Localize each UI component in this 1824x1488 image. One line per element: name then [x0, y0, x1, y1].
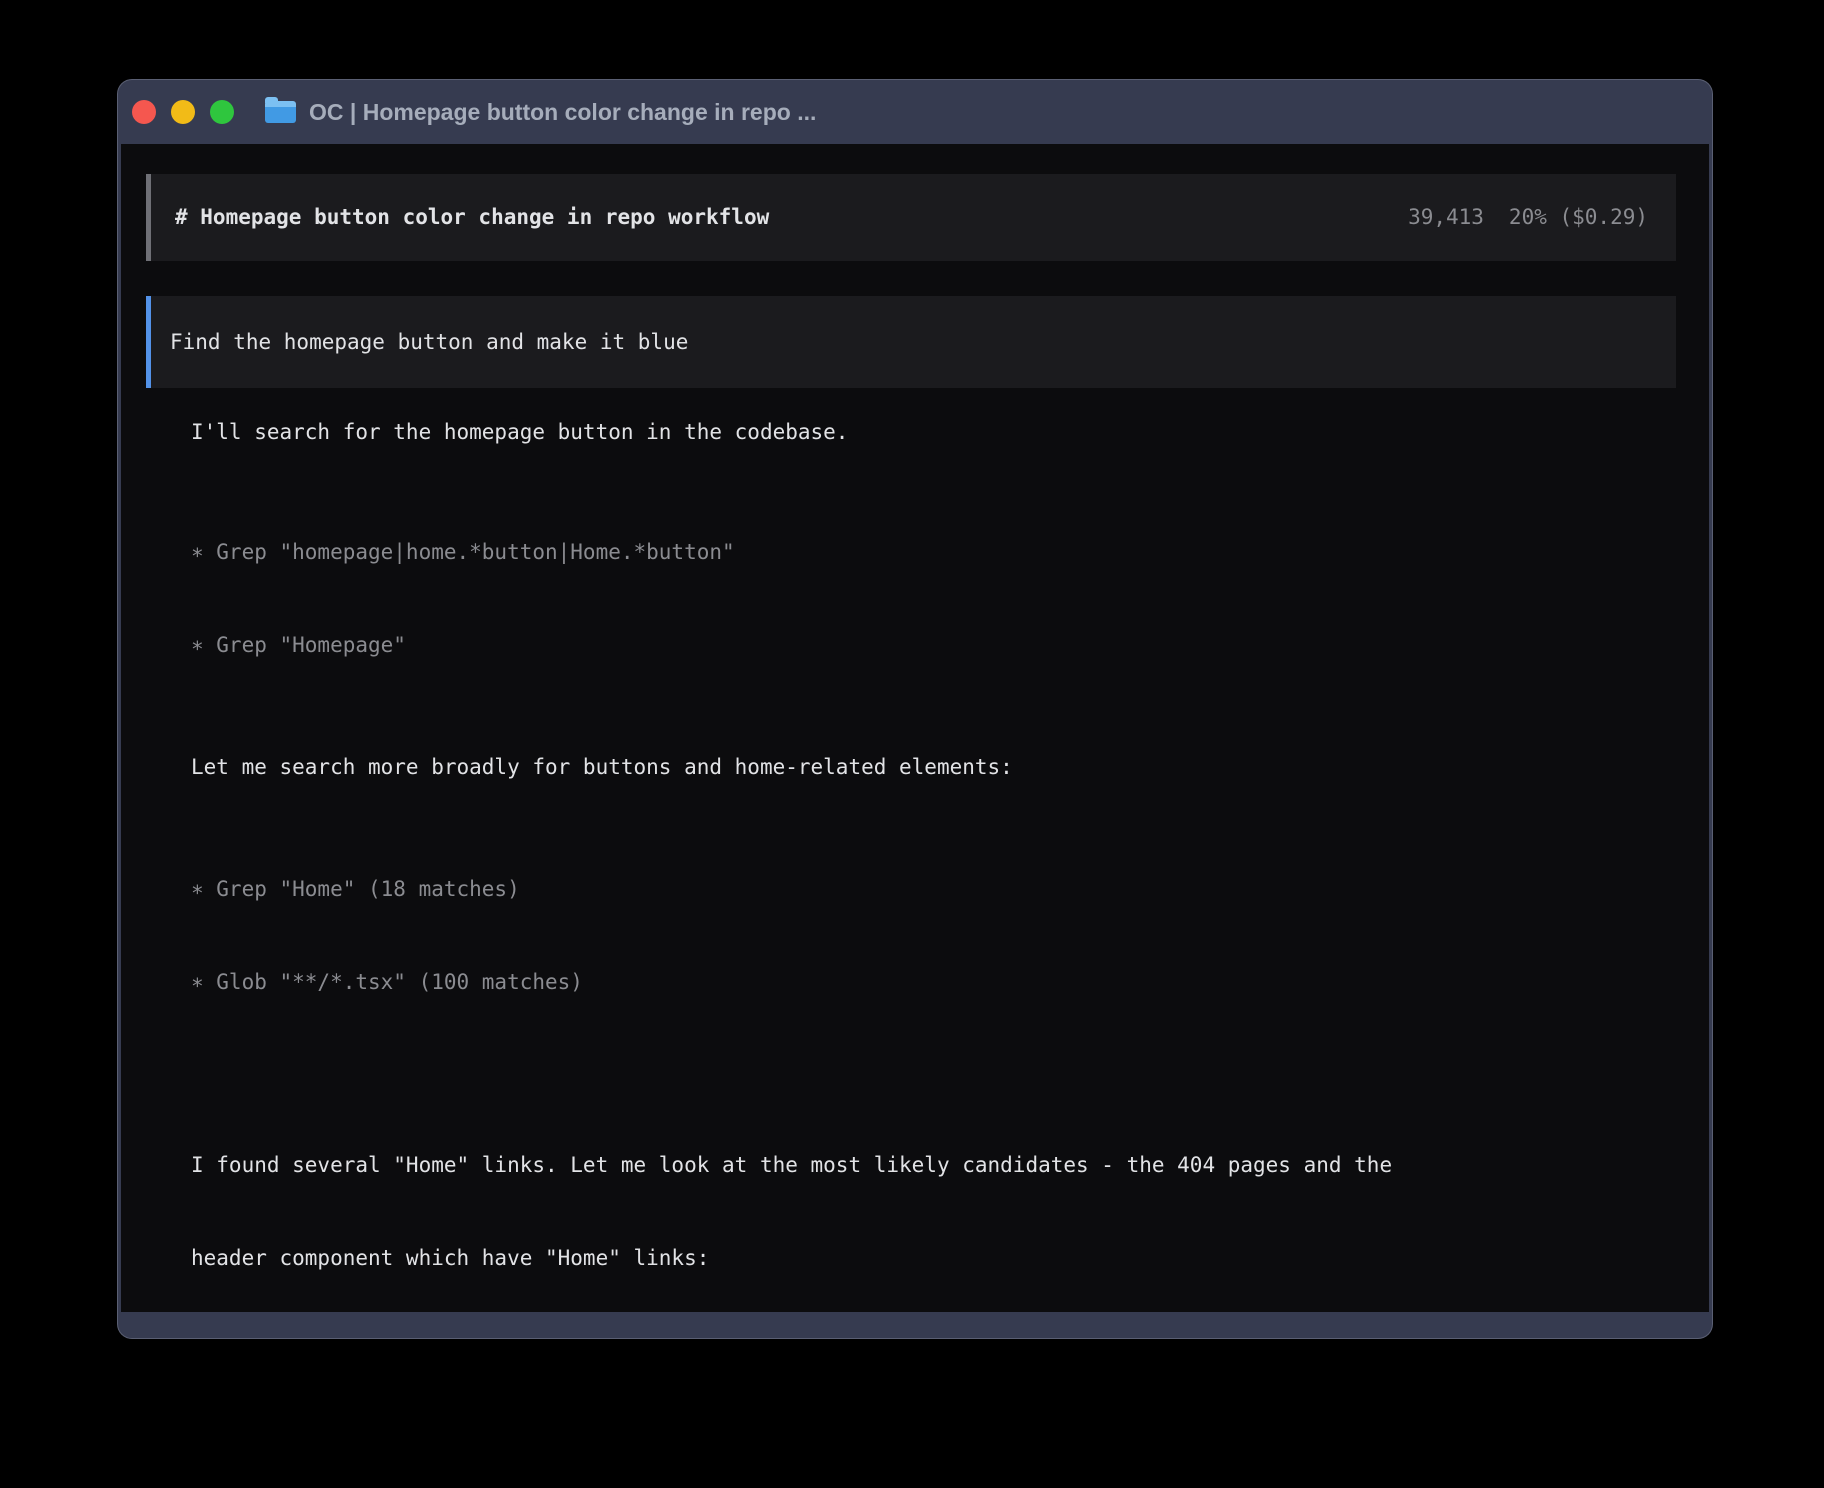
minimize-button[interactable]: [171, 100, 195, 124]
tool-call-grep: ∗ Grep "homepage|home.*button|Home.*butt…: [191, 537, 1673, 568]
session-title: # Homepage button color change in repo w…: [175, 202, 769, 233]
folder-icon: [265, 101, 296, 123]
window-bottom-frame: [118, 1312, 1712, 1338]
session-stats: 39,413 20% ($0.29): [1408, 202, 1648, 233]
session-header: # Homepage button color change in repo w…: [146, 174, 1676, 261]
zoom-button[interactable]: [210, 100, 234, 124]
user-message-text: Find the homepage button and make it blu…: [170, 327, 688, 358]
transcript: I'll search for the homepage button in t…: [121, 388, 1709, 1312]
titlebar[interactable]: OC | Homepage button color change in rep…: [118, 80, 1712, 144]
context-usage: 20% ($0.29): [1509, 205, 1648, 229]
window-title: OC | Homepage button color change in rep…: [309, 99, 816, 126]
terminal-content: # Homepage button color change in repo w…: [121, 144, 1709, 1312]
terminal-window: OC | Homepage button color change in rep…: [118, 80, 1712, 1338]
tool-call-group: ∗ Grep "homepage|home.*button|Home.*butt…: [191, 475, 1673, 723]
user-message: Find the homepage button and make it blu…: [146, 296, 1676, 388]
tool-call-glob: ∗ Glob "**/*.tsx" (100 matches): [191, 967, 1673, 998]
assistant-text: I found several "Home" links. Let me loo…: [191, 1088, 1673, 1312]
tool-call-group: ∗ Grep "Home" (18 matches) ∗ Glob "**/*.…: [191, 812, 1673, 1060]
assistant-text: Let me search more broadly for buttons a…: [191, 752, 1673, 783]
traffic-lights: [132, 100, 234, 124]
assistant-text: I'll search for the homepage button in t…: [191, 417, 1673, 448]
close-button[interactable]: [132, 100, 156, 124]
tool-call-grep: ∗ Grep "Home" (18 matches): [191, 874, 1673, 905]
token-count: 39,413: [1408, 205, 1484, 229]
tool-call-grep: ∗ Grep "Homepage": [191, 630, 1673, 661]
